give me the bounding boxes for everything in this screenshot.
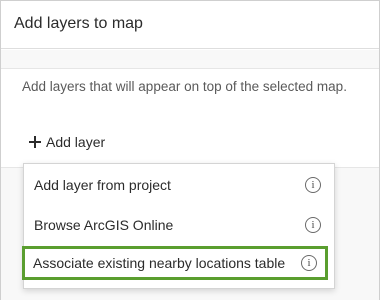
add-layer-dropdown-menu: Add layer from project i Browse ArcGIS O… <box>22 163 335 289</box>
menu-item-label: Add layer from project <box>34 177 171 193</box>
info-icon[interactable]: i <box>305 177 321 193</box>
menu-item-label: Associate existing nearby locations tabl… <box>33 255 286 271</box>
menu-item-label: Browse ArcGIS Online <box>34 217 174 233</box>
panel-header: Add layers to map <box>1 1 379 49</box>
panel-description: Add layers that will appear on top of th… <box>22 79 347 94</box>
menu-item-associate-nearby-locations-table[interactable]: Associate existing nearby locations tabl… <box>22 246 328 280</box>
menu-item-browse-arcgis-online[interactable]: Browse ArcGIS Online i <box>24 206 334 244</box>
add-layer-button[interactable]: Add layer <box>29 132 105 152</box>
panel-title: Add layers to map <box>14 15 143 32</box>
menu-item-add-layer-from-project[interactable]: Add layer from project i <box>24 166 334 204</box>
add-layer-label: Add layer <box>46 134 106 150</box>
plus-icon <box>29 136 41 148</box>
add-layers-panel: Add layers to map Add layers that will a… <box>0 0 380 300</box>
info-icon[interactable]: i <box>305 217 321 233</box>
info-icon[interactable]: i <box>301 255 317 271</box>
